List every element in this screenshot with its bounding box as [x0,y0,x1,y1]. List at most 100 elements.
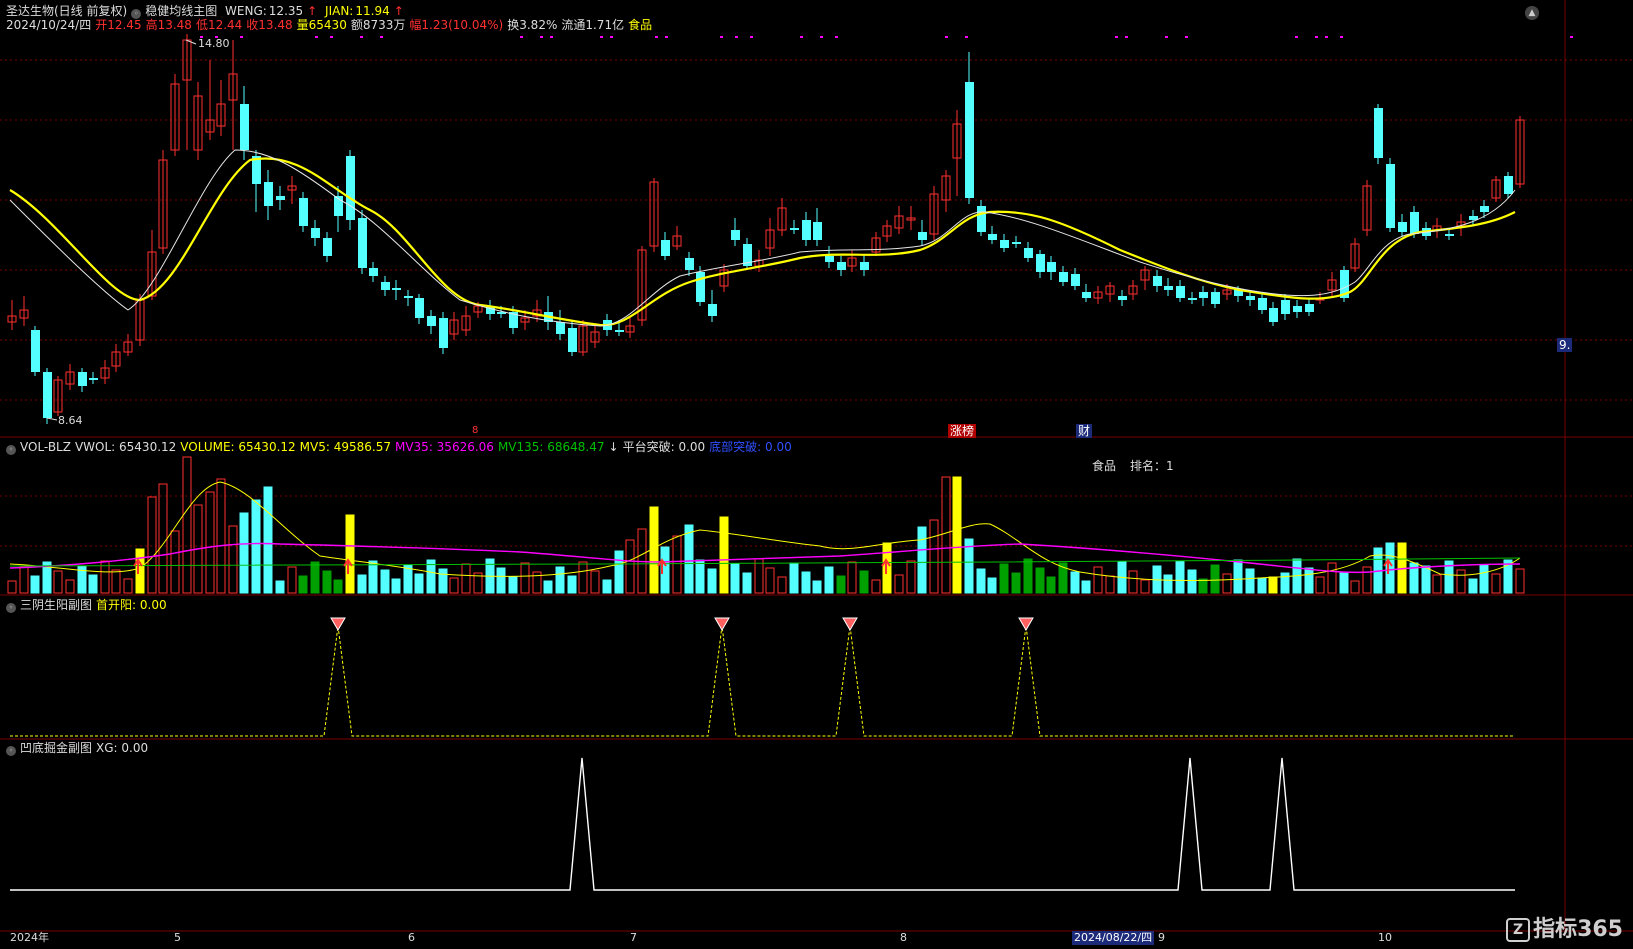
candle-body-down [415,298,424,318]
volume-bar [976,568,986,594]
quote-low: 低12.44 [195,18,243,32]
candle-body-down [1176,286,1185,298]
candle-body-down [1410,212,1419,234]
candle-body-down [392,288,401,290]
vol-platform2: 底部突破: 0.00 [709,440,792,454]
xaxis-label-jun: 6 [408,931,415,944]
candle-body-down [1246,296,1255,300]
jian-label: JIAN: [325,4,354,18]
cai-tag[interactable]: 财 [1076,424,1093,438]
volume-bar [1315,576,1325,594]
aodi-chart[interactable] [0,740,1633,932]
volume-bar [1362,566,1372,594]
volume-bar [812,580,822,594]
signal-dot [750,36,753,38]
ma-white-line [9,149,1516,327]
signal-dot [550,36,553,38]
sub1-header: ◦ 三阴生阳副图 首开阳: 0.00 [6,598,171,613]
volume-bar [801,571,811,594]
sub2-pane[interactable] [0,740,1633,932]
volume-bar [765,567,775,594]
candle-body-down [661,240,670,256]
zhangbang-tag[interactable]: 涨榜 [948,424,977,438]
volume-bar [19,566,29,594]
volume-bar [1128,570,1138,594]
volume-bar [30,575,40,594]
quote-close: 收13.48 [246,18,293,32]
volume-bar [322,570,332,594]
volume-bar [520,562,530,594]
signal-dot [665,36,668,38]
volume-bar [1187,569,1197,594]
quote-date: 2024/10/24/四 [6,18,92,32]
weng-label: WENG: [225,4,267,18]
toggle-icon[interactable]: ◦ [6,603,16,613]
small-tag: 8 [472,425,479,436]
sub1-first-yang: 首开阳: 0.00 [96,598,167,612]
volume-bar [275,580,285,594]
candle-body-down [346,156,355,220]
volume-bar [239,512,249,594]
price-pane[interactable] [0,0,1633,438]
volume-bar [1245,568,1255,594]
toggle-icon[interactable]: ◦ [6,445,16,455]
candle-body-down [1398,222,1407,232]
vol-mv5: MV5: 49586.57 [299,440,391,454]
xaxis-label-aug: 8 [900,931,907,944]
signal-dot [1315,36,1318,38]
sub1-pane[interactable] [0,596,1633,740]
quote-sector[interactable]: 食品 [628,18,652,32]
volume-bar [1046,576,1056,594]
volume-bar [590,570,600,594]
candlestick-chart[interactable] [0,0,1633,438]
candle-body-down [427,316,436,326]
volume-bar [614,550,624,594]
volume-bar [251,499,261,594]
volume-bar [182,456,192,594]
xaxis-label-year: 2024年 [10,931,49,944]
volume-bar [496,567,506,594]
signal-dot [315,36,318,38]
volume-bar [1456,569,1466,594]
xaxis-cursor-date: 2024/08/22/四 [1072,931,1155,945]
vol-title[interactable]: VOL-BLZ [20,440,71,454]
rank-info: 食品 排名：1 [1092,459,1178,473]
candle-body-down [1293,306,1302,312]
volume-bar [1140,579,1150,594]
sub2-title[interactable]: 凹底掘金副图 [20,741,92,755]
volume-chart[interactable] [0,438,1633,596]
sub1-title[interactable]: 三阴生阳副图 [20,598,92,612]
volume-bar [543,580,553,594]
volume-bar [789,562,799,594]
sanyin-chart[interactable] [0,596,1633,740]
volume-bar [1035,567,1045,594]
candle-body-down [299,198,308,226]
indicator-name[interactable]: 稳健均线主图 [145,4,217,18]
volume-bar [1268,576,1278,594]
volume-pane[interactable] [0,438,1633,596]
candle-body-down [1386,164,1395,228]
signal-dot [600,36,603,38]
candle-body-down [790,228,799,230]
volume-bar [414,573,424,594]
signal-dot [735,36,738,38]
quote-vol: 量65430 [296,18,347,32]
price-high-label: 14.80 [198,37,230,50]
signal-dot [720,36,723,38]
signal-dot [820,36,823,38]
signal-dot [240,36,243,38]
volume-bar [1421,565,1431,594]
stock-title[interactable]: 圣达生物(日线 前复权) [6,4,127,18]
candle-body-down [1012,242,1021,244]
volume-bar [147,496,157,594]
price-low-label: 8.64 [58,414,83,427]
volume-bar [287,566,297,594]
signal-dot [835,36,838,38]
toggle-icon[interactable]: ◦ [6,746,16,756]
collapse-icon[interactable]: ▲ [1525,6,1539,20]
volume-bar [625,539,635,594]
volume-bar [228,525,238,594]
signal-marker-icon [842,617,858,631]
signal-dot [610,36,613,38]
candle-body-down [802,220,811,240]
